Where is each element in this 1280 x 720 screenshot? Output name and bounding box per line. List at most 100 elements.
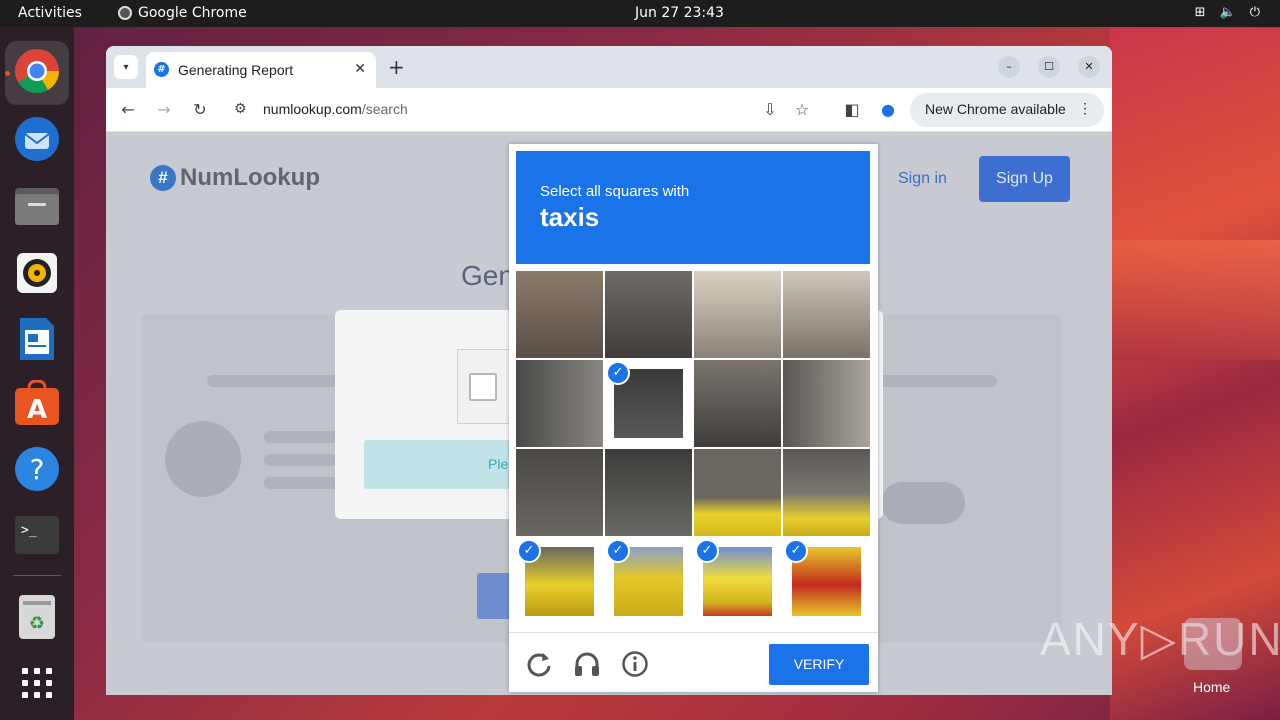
- dock-thunderbird[interactable]: [13, 115, 61, 163]
- tab-search-button[interactable]: ▾: [114, 55, 138, 79]
- checkmark-icon: ✓: [784, 539, 808, 563]
- side-panel-icon[interactable]: ◧: [842, 100, 862, 119]
- url-domain: numlookup.com: [263, 101, 362, 117]
- captcha-tile[interactable]: [783, 360, 870, 447]
- trash-icon: ♻: [19, 595, 55, 639]
- captcha-tile[interactable]: ✓: [694, 538, 781, 625]
- please-wait-text: Ple: [488, 456, 509, 472]
- help-icon: ?: [15, 447, 59, 491]
- back-arrow-icon[interactable]: ←: [118, 100, 138, 119]
- logo-text: NumLookup: [180, 164, 320, 191]
- terminal-icon: >_: [15, 516, 59, 554]
- profile-icon[interactable]: ●: [878, 100, 898, 119]
- install-app-icon[interactable]: ⇩: [760, 100, 780, 119]
- dock-writer[interactable]: [13, 315, 61, 363]
- sign-in-link[interactable]: Sign in: [898, 170, 947, 188]
- captcha-tile[interactable]: [783, 271, 870, 358]
- checkmark-icon: ✓: [606, 361, 630, 385]
- dock-rhythmbox[interactable]: [13, 249, 61, 297]
- dock-trash[interactable]: ♻: [13, 593, 61, 641]
- captcha-tile-image: [783, 271, 870, 358]
- dock-separator: [13, 575, 61, 576]
- captcha-tile[interactable]: [516, 271, 603, 358]
- dock-app-center[interactable]: A: [13, 379, 61, 427]
- captcha-tile-image: [783, 360, 870, 447]
- captcha-tile[interactable]: ✓: [783, 538, 870, 625]
- store-icon: A: [15, 380, 59, 425]
- captcha-tile[interactable]: [694, 271, 781, 358]
- home-folder-icon[interactable]: [1184, 618, 1242, 670]
- bookmark-star-icon[interactable]: ☆: [792, 100, 812, 119]
- checkmark-icon: ✓: [606, 539, 630, 563]
- captcha-tile[interactable]: ✓: [516, 538, 603, 625]
- captcha-tile[interactable]: ✓: [605, 538, 692, 625]
- captcha-tile[interactable]: [605, 271, 692, 358]
- dock-chrome[interactable]: [13, 47, 61, 95]
- folder-icon: [15, 188, 59, 225]
- dock-files[interactable]: [13, 182, 61, 230]
- clock[interactable]: Jun 27 23:43: [635, 5, 724, 21]
- numlookup-logo[interactable]: # NumLookup: [150, 164, 320, 192]
- address-bar[interactable]: ⚙ numlookup.com/search: [222, 93, 822, 127]
- captcha-target: taxis: [540, 202, 600, 232]
- close-icon[interactable]: ✕: [354, 61, 366, 77]
- kebab-menu-icon[interactable]: ⋮: [1078, 100, 1092, 117]
- skeleton-avatar: [165, 421, 241, 497]
- top-bar: Activities Google Chrome Jun 27 23:43 ⊞ …: [0, 0, 1280, 27]
- captcha-tile[interactable]: [516, 449, 603, 536]
- new-tab-button[interactable]: +: [388, 55, 405, 79]
- numlookup-favicon: #: [154, 62, 169, 77]
- document-icon: [20, 318, 54, 360]
- running-indicator: [5, 71, 10, 76]
- captcha-tile[interactable]: [694, 449, 781, 536]
- minimize-button[interactable]: –: [998, 56, 1020, 78]
- network-icon: ⊞: [1194, 5, 1206, 20]
- volume-icon: 🔈: [1219, 5, 1236, 20]
- maximize-button[interactable]: ☐: [1038, 56, 1060, 78]
- tab-strip: ▾ # Generating Report ✕ + – ☐ ✕: [106, 46, 1112, 88]
- please-wait-notice: Ple: [364, 440, 524, 489]
- audio-challenge-icon[interactable]: [573, 650, 601, 678]
- forward-arrow-icon[interactable]: →: [154, 100, 174, 119]
- system-tray[interactable]: ⊞ 🔈 ⏻: [1195, 5, 1260, 20]
- thunderbird-icon: [15, 117, 59, 161]
- captcha-tile[interactable]: [783, 449, 870, 536]
- dock: A ? >_ ♻: [0, 27, 74, 720]
- sign-up-button[interactable]: Sign Up: [979, 156, 1070, 202]
- captcha-tile-image: [516, 271, 603, 358]
- captcha-tile[interactable]: ✓: [605, 360, 692, 447]
- captcha-checkbox[interactable]: [469, 373, 497, 401]
- captcha-tile[interactable]: [516, 360, 603, 447]
- captcha-grid: ✓ ✓ ✓ ✓ ✓: [516, 271, 870, 625]
- speaker-icon: [17, 253, 57, 293]
- hash-logo-icon: #: [150, 165, 176, 191]
- new-chrome-available-button[interactable]: New Chrome available ⋮: [910, 93, 1104, 127]
- captcha-tile-image: [694, 360, 781, 447]
- window-close-button[interactable]: ✕: [1078, 56, 1100, 78]
- verify-button[interactable]: VERIFY: [769, 644, 869, 685]
- captcha-challenge: Select all squares with taxis ✓ ✓ ✓ ✓ ✓ VERI…: [509, 144, 878, 692]
- captcha-tile[interactable]: [694, 360, 781, 447]
- captcha-tile[interactable]: [605, 449, 692, 536]
- dock-help[interactable]: ?: [13, 445, 61, 493]
- checkmark-icon: ✓: [695, 539, 719, 563]
- reload-icon[interactable]: ↻: [190, 100, 210, 119]
- chrome-icon: [15, 49, 59, 93]
- captcha-tile-image: [783, 449, 870, 536]
- app-grid-icon: [22, 668, 52, 698]
- app-menu[interactable]: Google Chrome: [118, 5, 247, 21]
- reload-challenge-icon[interactable]: [525, 650, 553, 678]
- site-info-icon[interactable]: ⚙: [234, 101, 247, 117]
- svg-text:♻: ♻: [29, 613, 45, 634]
- tab-generating-report[interactable]: # Generating Report ✕: [146, 52, 376, 88]
- captcha-tile-image: [694, 449, 781, 536]
- captcha-tile-image: [694, 271, 781, 358]
- power-icon: ⏻: [1249, 5, 1260, 20]
- dock-show-apps[interactable]: [13, 659, 61, 707]
- chevron-down-icon: ▾: [123, 61, 129, 73]
- captcha-header: Select all squares with taxis: [516, 151, 870, 264]
- activities-button[interactable]: Activities: [18, 5, 82, 21]
- dock-terminal[interactable]: >_: [13, 511, 61, 559]
- info-icon[interactable]: [621, 650, 649, 678]
- browser-toolbar: ← → ↻ ⚙ numlookup.com/search ⇩ ☆ ◧ ● New…: [106, 88, 1112, 132]
